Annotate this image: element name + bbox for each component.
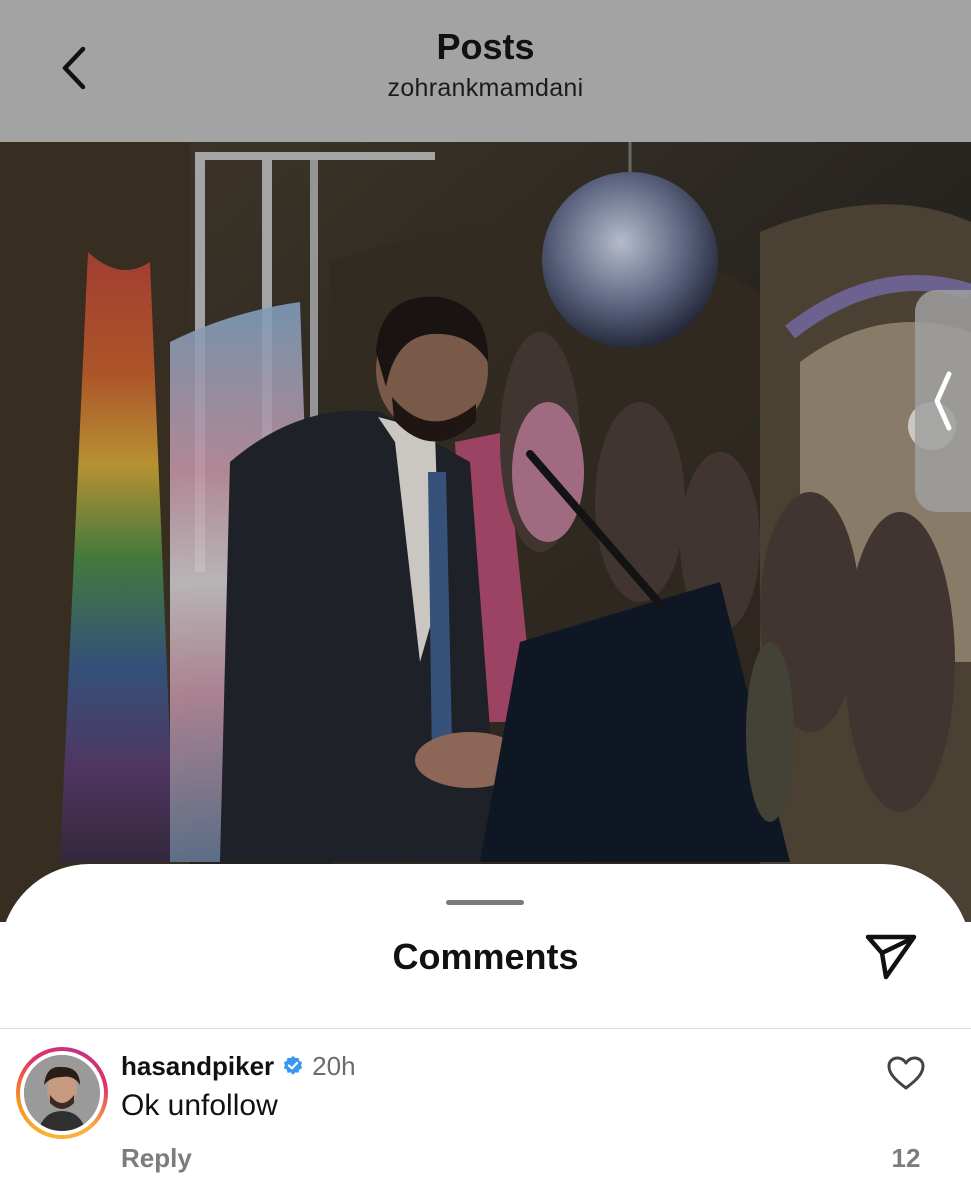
page-title: Posts xyxy=(436,26,535,67)
comment-timestamp: 20h xyxy=(312,1050,356,1081)
top-bar: Posts zohrankmamdani xyxy=(0,0,971,142)
verified-badge-icon xyxy=(284,1055,303,1075)
reply-button[interactable]: Reply xyxy=(121,1143,192,1174)
share-button[interactable] xyxy=(862,930,920,982)
paper-plane-icon xyxy=(865,934,917,980)
avatar[interactable] xyxy=(16,1047,108,1139)
comment-header: hasandpiker 20h xyxy=(121,1049,356,1083)
comments-sheet: Comments hasandpiker 20h Ok unfollow Rep… xyxy=(0,864,971,1200)
sheet-grabber[interactable] xyxy=(446,900,524,905)
avatar-photo xyxy=(24,1055,100,1131)
comment-username[interactable]: hasandpiker xyxy=(121,1051,274,1082)
like-count: 12 xyxy=(891,1143,921,1173)
heart-outline-icon xyxy=(887,1056,925,1090)
side-panel-handle[interactable] xyxy=(915,290,971,512)
comments-title: Comments xyxy=(392,936,579,977)
like-button[interactable] xyxy=(884,1051,928,1095)
post-photo-image xyxy=(0,142,971,922)
comment-text: Ok unfollow xyxy=(121,1089,278,1122)
account-username[interactable]: zohrankmamdani xyxy=(0,74,971,103)
comment-item: hasandpiker 20h Ok unfollow Reply 12 xyxy=(0,1029,971,1200)
post-photo[interactable] xyxy=(0,142,971,922)
chevron-left-icon xyxy=(934,371,952,431)
